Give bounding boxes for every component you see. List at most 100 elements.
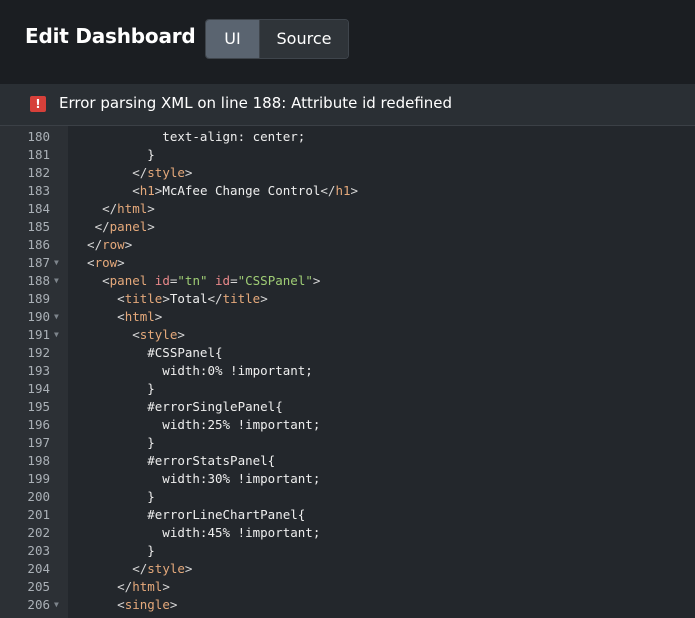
line-number: 199 (27, 471, 50, 486)
line-number: 206 (27, 597, 50, 612)
code-token: </ (207, 291, 223, 306)
app-header: Edit Dashboard UI Source (0, 0, 695, 84)
code-token: panel (109, 273, 155, 288)
fold-arrow-icon[interactable]: ▼ (54, 326, 59, 344)
code-line[interactable]: 196 width:25% !important; (0, 416, 695, 434)
code-text: #errorSinglePanel{ (72, 398, 283, 416)
line-number: 197 (27, 435, 50, 450)
code-text: } (72, 488, 155, 506)
code-token: > (184, 561, 193, 576)
code-token: > (124, 237, 133, 252)
code-token: text-align: center; (72, 129, 306, 144)
code-token: </ (72, 219, 110, 234)
code-token: </ (72, 165, 148, 180)
code-text: <panel id="tn" id="CSSPanel"> (72, 272, 320, 290)
code-token: < (72, 597, 125, 612)
code-line[interactable]: 198 #errorStatsPanel{ (0, 452, 695, 470)
code-text: width:30% !important; (72, 470, 320, 488)
code-line[interactable]: 205 </html> (0, 578, 695, 596)
line-number: 198 (27, 453, 50, 468)
code-token: > (177, 327, 185, 342)
code-token: width:45% !important; (72, 525, 321, 540)
line-number: 184 (27, 201, 50, 216)
line-number: 204 (27, 561, 50, 576)
line-number: 192 (27, 345, 50, 360)
code-text: } (72, 146, 155, 164)
code-line[interactable]: 191 ▼ <style> (0, 326, 695, 344)
code-text: <row> (72, 254, 125, 272)
code-line[interactable]: 201 #errorLineChartPanel{ (0, 506, 695, 524)
line-number: 187 (27, 255, 50, 270)
code-token: id (154, 273, 170, 288)
line-number: 205 (27, 579, 50, 594)
page-title: Edit Dashboard (25, 24, 196, 48)
code-token: html (124, 309, 155, 324)
code-line[interactable]: 192 #CSSPanel{ (0, 344, 695, 362)
code-token: #errorLineChartPanel{ (72, 507, 306, 522)
code-token: > (260, 291, 268, 306)
code-token: #errorSinglePanel{ (72, 399, 283, 414)
fold-arrow-icon[interactable]: ▼ (54, 308, 59, 326)
code-line[interactable]: 185 </panel> (0, 218, 695, 236)
line-number: 203 (27, 543, 50, 558)
code-token: > (147, 219, 155, 234)
code-line[interactable]: 197 } (0, 434, 695, 452)
line-number: 193 (27, 363, 50, 378)
code-text: <h1>McAfee Change Control</h1> (72, 182, 358, 200)
code-line[interactable]: 181 } (0, 146, 695, 164)
code-text: <html> (72, 308, 162, 326)
fold-arrow-icon[interactable]: ▼ (54, 272, 59, 290)
code-token: </ (320, 183, 336, 198)
code-line[interactable]: 189 <title>Total</title> (0, 290, 695, 308)
code-line[interactable]: 186 </row> (0, 236, 695, 254)
code-text: text-align: center; (72, 128, 305, 146)
fold-arrow-icon[interactable]: ▼ (54, 596, 59, 614)
code-line[interactable]: 182 </style> (0, 164, 695, 182)
code-line[interactable]: 190 ▼ <html> (0, 308, 695, 326)
code-line[interactable]: 188 ▼ <panel id="tn" id="CSSPanel"> (0, 272, 695, 290)
code-token: html (117, 201, 148, 216)
code-line[interactable]: 180 text-align: center; (0, 128, 695, 146)
code-line[interactable]: 195 #errorSinglePanel{ (0, 398, 695, 416)
code-line[interactable]: 202 width:45% !important; (0, 524, 695, 542)
code-token: width:25% !important; (72, 417, 321, 432)
line-number: 183 (27, 183, 50, 198)
code-token: "CSSPanel" (237, 273, 313, 288)
code-line[interactable]: 187 ▼ <row> (0, 254, 695, 272)
code-token: > (147, 201, 155, 216)
code-token: width:30% !important; (72, 471, 321, 486)
code-token: </ (72, 201, 118, 216)
code-line[interactable]: 206 ▼ <single> (0, 596, 695, 614)
code-line[interactable]: 193 width:0% !important; (0, 362, 695, 380)
fold-arrow-icon[interactable]: ▼ (54, 254, 59, 272)
code-token: </ (72, 561, 148, 576)
code-line[interactable]: 184 </html> (0, 200, 695, 218)
code-token: } (72, 543, 155, 558)
code-token: row (102, 237, 125, 252)
tab-source[interactable]: Source (259, 20, 348, 58)
code-lines: 180 text-align: center; 181 } 182 </style>… (0, 128, 695, 614)
tab-ui[interactable]: UI (206, 20, 259, 58)
line-number: 196 (27, 417, 50, 432)
code-token: </ (72, 579, 133, 594)
line-number: 186 (27, 237, 50, 252)
code-text: </style> (72, 560, 192, 578)
code-line[interactable]: 204 </style> (0, 560, 695, 578)
code-token: > (312, 273, 321, 288)
code-line[interactable]: 200 } (0, 488, 695, 506)
code-text: </row> (72, 236, 132, 254)
code-token: title (124, 291, 163, 306)
code-editor[interactable]: 180 text-align: center; 181 } 182 </style>… (0, 126, 695, 618)
code-token: panel (109, 219, 148, 234)
code-text: <single> (72, 596, 177, 614)
code-line[interactable]: 199 width:30% !important; (0, 470, 695, 488)
line-number: 201 (27, 507, 50, 522)
line-number: 195 (27, 399, 50, 414)
code-token: style (147, 165, 185, 180)
line-number: 180 (27, 129, 50, 144)
code-text: } (72, 380, 155, 398)
line-number: 202 (27, 525, 50, 540)
code-line[interactable]: 203 } (0, 542, 695, 560)
code-line[interactable]: 183 <h1>McAfee Change Control</h1> (0, 182, 695, 200)
code-line[interactable]: 194 } (0, 380, 695, 398)
